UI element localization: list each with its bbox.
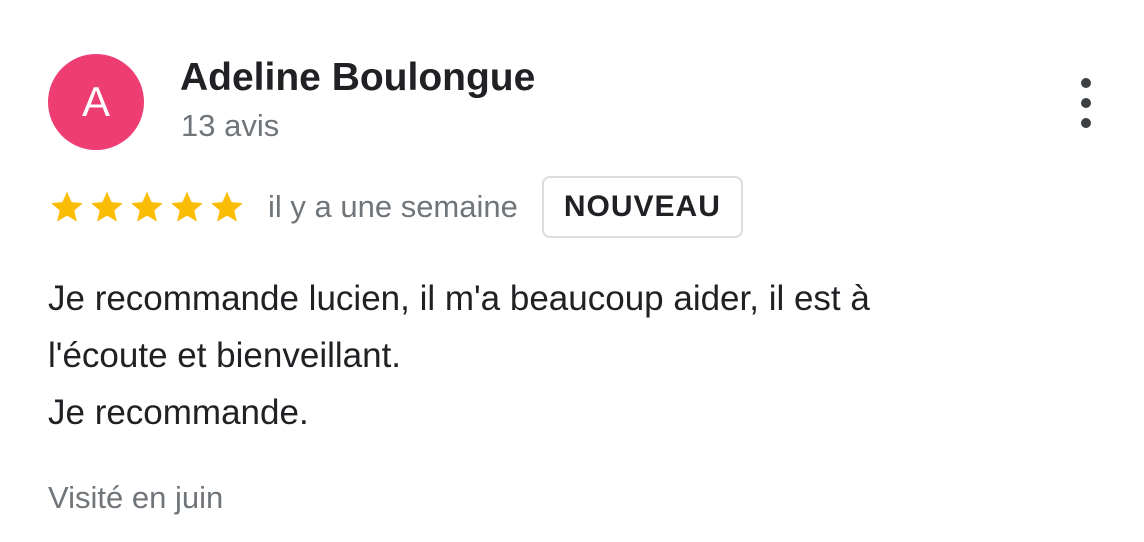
review-card: A Adeline Boulongue 13 avis il y a une s… [0, 0, 1144, 542]
review-text: Je recommande lucien, il m'a beaucoup ai… [48, 270, 1108, 441]
new-badge: NOUVEAU [541, 176, 743, 238]
star-rating [48, 189, 248, 225]
more-options-button[interactable] [1066, 74, 1106, 132]
more-vert-icon-dot [1081, 98, 1091, 108]
author-name[interactable]: Adeline Boulongue [180, 56, 535, 100]
review-count: 13 avis [181, 108, 280, 143]
star-icon [171, 191, 203, 222]
more-vert-icon-dot [1081, 78, 1091, 88]
star-icon [51, 191, 83, 222]
review-date: il y a une semaine [268, 189, 518, 224]
star-icon [91, 191, 123, 222]
star-icon [131, 191, 163, 222]
review-text-line: Je recommande lucien, il m'a beaucoup ai… [48, 279, 870, 318]
review-text-line: Je recommande. [48, 393, 309, 432]
review-text-line: l'écoute et bienveillant. [48, 336, 402, 375]
rating-row: il y a une semaine NOUVEAU [48, 174, 743, 240]
visit-info: Visité en juin [48, 480, 224, 515]
more-vert-icon-dot [1081, 118, 1091, 128]
avatar[interactable]: A [48, 54, 144, 150]
star-icon [211, 191, 243, 222]
